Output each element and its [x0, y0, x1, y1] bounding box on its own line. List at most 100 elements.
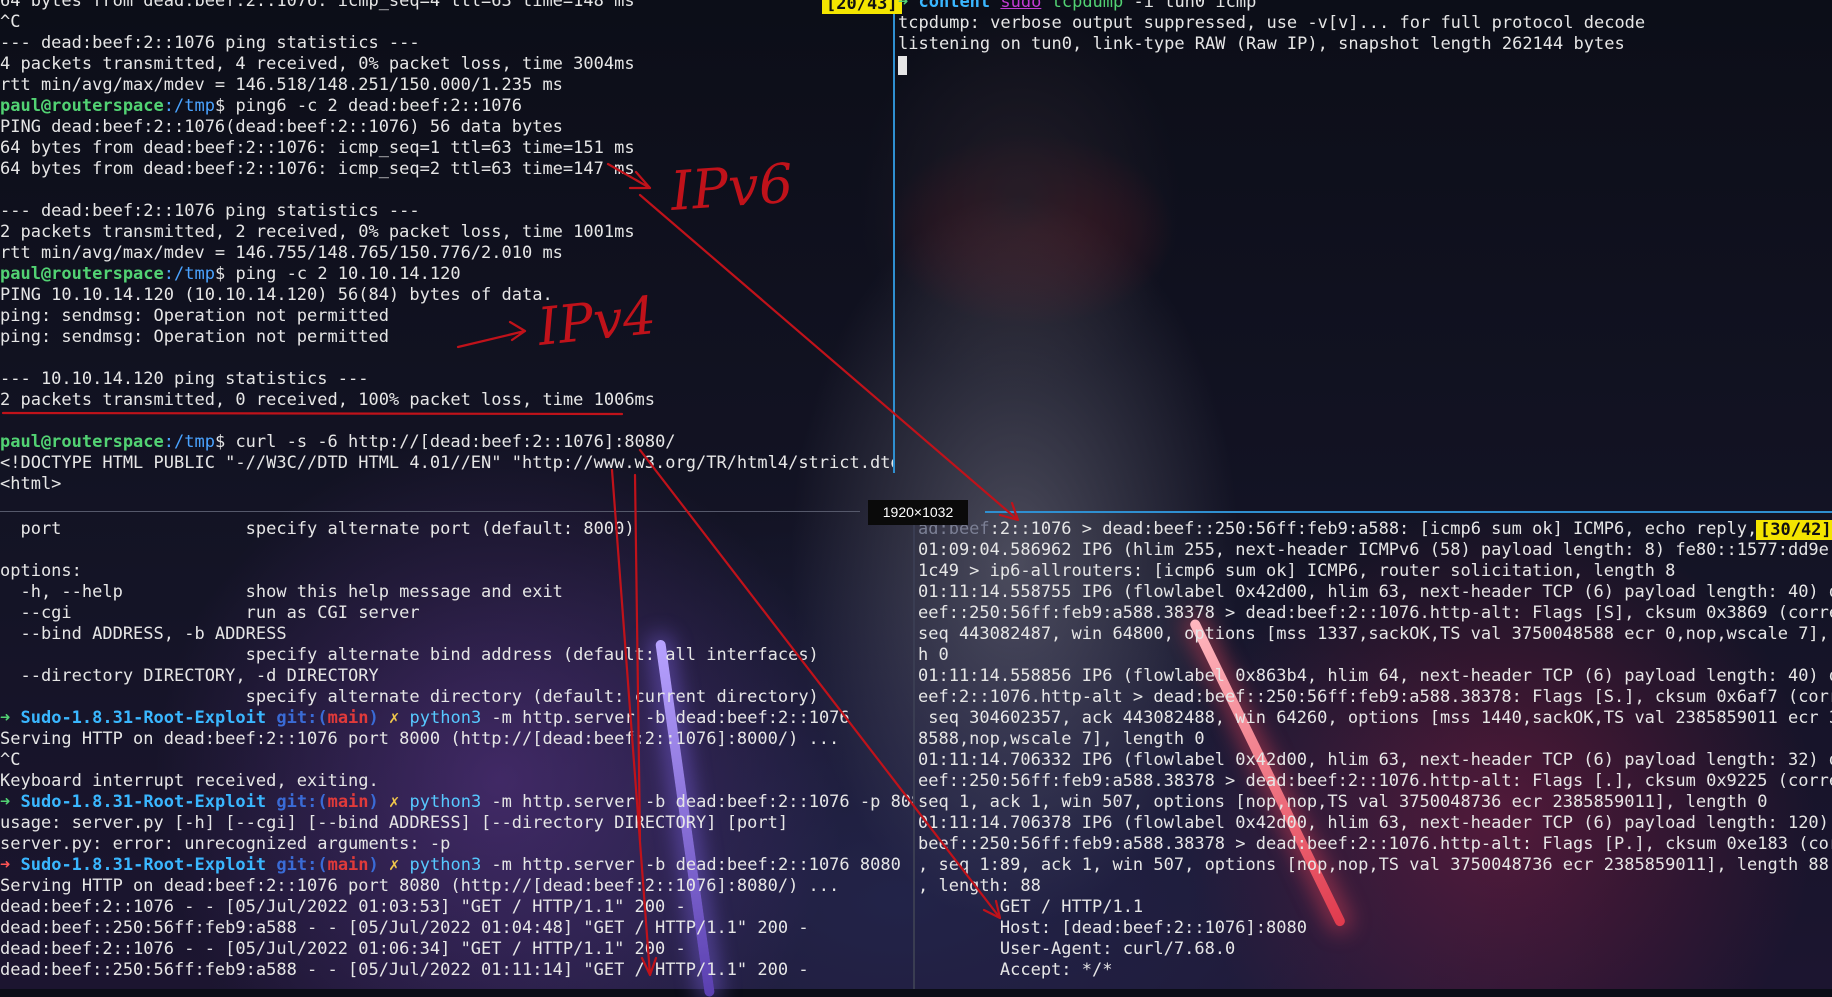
output-line: GET / HTTP/1.1 — [918, 897, 1144, 917]
output-line: eef:2::1076.http-alt > dead:beef::250:56… — [918, 687, 1832, 707]
prompt-line: paul@routerspace:/tmp$ curl -s -6 http:/… — [0, 432, 893, 453]
output-line: User-Agent: curl/7.68.0 — [918, 939, 1236, 959]
output-line: <html> — [0, 474, 62, 494]
prompt-symbol: $ — [214, 264, 236, 284]
command-python: python3 — [409, 708, 482, 728]
output-text: :2::1076 > dead:beef::250:56ff:feb9:a588… — [989, 519, 1819, 539]
command-args: -m http.server -b dead:beef:2::1076 -p 8… — [481, 792, 913, 812]
output-line: listening on tun0, link-type RAW (Raw IP… — [898, 34, 1625, 54]
output-line: Serving HTTP on dead:beef:2::1076 port 8… — [0, 876, 840, 896]
output-line: 64 bytes from dead:beef:2::1076: icmp_se… — [0, 159, 635, 179]
output-line: 2 packets transmitted, 2 received, 0% pa… — [0, 222, 635, 242]
terminal-pane-top-right[interactable]: ➜ content sudo tcpdump -i tun0 icmp tcpd… — [898, 0, 1832, 492]
output-line: specify alternate directory (default: cu… — [0, 687, 819, 707]
command-text: curl -s -6 http://[dead:beef:2::1076]:80… — [235, 432, 676, 452]
output-line: --- dead:beef:2::1076 ping statistics --… — [0, 33, 420, 53]
terminal-pane-bottom-left[interactable]: port specify alternate port (default: 80… — [0, 519, 913, 989]
output-line: options: — [0, 561, 82, 581]
output-line: --- 10.10.14.120 ping statistics --- — [0, 369, 369, 389]
pane-counter-badge: [20/43] — [822, 0, 902, 14]
cursor-line — [898, 55, 1832, 76]
prompt-directory: Sudo-1.8.31-Root-Exploit — [20, 708, 267, 728]
pane-divider-vertical-top[interactable] — [893, 0, 895, 473]
output-line: server.py: error: unrecognized arguments… — [0, 834, 451, 854]
terminal-cursor — [898, 55, 907, 75]
output-line: rtt min/avg/max/mdev = 146.755/148.765/1… — [0, 243, 563, 263]
output-line: rtt min/avg/max/mdev = 146.518/148.251/1… — [0, 75, 563, 95]
command-args: -m http.server -b dead:beef:2::1076 — [481, 708, 850, 728]
output-line: ping: sendmsg: Operation not permitted — [0, 306, 389, 326]
output-line: --cgi run as CGI server — [0, 603, 420, 623]
dirty-mark-icon: ✗ — [389, 792, 400, 812]
prompt-arrow-icon: ➜ — [0, 792, 11, 812]
command-python: python3 — [409, 855, 482, 875]
output-line: 8588,nop,wscale 7], length 0 — [918, 729, 1205, 749]
output-line: eef::250:56ff:feb9:a588.38378 > dead:bee… — [918, 603, 1832, 623]
output-line: beef::250:56ff:feb9:a588.38378 > dead:be… — [918, 834, 1832, 854]
terminal-pane-bottom-right[interactable]: ad:beef:2::1076 > dead:beef::250:56ff:fe… — [918, 519, 1832, 989]
prompt-arrow-icon: ➜ — [898, 0, 909, 12]
prompt-path: :/tmp — [163, 264, 215, 284]
output-line: 01:11:14.706378 IP6 (flowlabel 0x42d00, … — [918, 813, 1832, 833]
output-line: dead:beef:2::1076 - - [05/Jul/2022 01:06… — [0, 939, 686, 959]
output-line: ping: sendmsg: Operation not permitted — [0, 327, 389, 347]
output-line: dead:beef:2::1076 - - [05/Jul/2022 01:03… — [0, 897, 686, 917]
command-sudo: sudo — [1000, 0, 1042, 12]
output-line: 01:11:14.558755 IP6 (flowlabel 0x42d00, … — [918, 582, 1832, 602]
output-line: 64 bytes from dead:beef:2::1076: icmp_se… — [0, 138, 635, 158]
prompt-directory: content — [918, 0, 991, 12]
output-line: PING 10.10.14.120 (10.10.14.120) 56(84) … — [0, 285, 553, 305]
pane-divider-horizontal-right[interactable] — [985, 511, 1832, 513]
output-line: ^C — [0, 12, 21, 32]
prompt-branch: main — [327, 855, 369, 875]
output-line: 01:09:04.586962 IP6 (hlim 255, next-head… — [918, 540, 1832, 560]
output-line: Serving HTTP on dead:beef:2::1076 port 8… — [0, 729, 840, 749]
prompt-line: paul@routerspace:/tmp$ ping -c 2 10.10.1… — [0, 264, 893, 285]
output-line: 01:11:14.706332 IP6 (flowlabel 0x42d00, … — [918, 750, 1832, 770]
prompt-git: git:( — [276, 792, 328, 812]
output-line: port specify alternate port (default: 80… — [0, 519, 635, 539]
prompt-git-close: ) — [368, 708, 379, 728]
prompt-git-close: ) — [368, 792, 379, 812]
output-line: ^C — [0, 750, 21, 770]
prompt-git: git:( — [276, 855, 328, 875]
output-line: h 0 — [918, 645, 949, 665]
pane-divider-horizontal-left[interactable] — [0, 511, 860, 512]
output-line: Keyboard interrupt received, exiting. — [0, 771, 379, 791]
output-line: , length: 88 — [918, 876, 1041, 896]
prompt-line: ➜ Sudo-1.8.31-Root-Exploit git:(main) ✗ … — [0, 792, 913, 813]
output-line: <!DOCTYPE HTML PUBLIC "-//W3C//DTD HTML … — [0, 453, 893, 473]
terminal-pane-top-left[interactable]: 64 bytes from dead:beef:2::1076: icmp_se… — [0, 0, 893, 499]
output-line: eef::250:56ff:feb9:a588.38378 > dead:bee… — [918, 771, 1832, 791]
prompt-line: ➜ content sudo tcpdump -i tun0 icmp — [898, 0, 1832, 13]
prompt-directory: Sudo-1.8.31-Root-Exploit — [20, 855, 267, 875]
output-line: specify alternate bind address (default:… — [0, 645, 819, 665]
output-line: 4 packets transmitted, 4 received, 0% pa… — [0, 54, 635, 74]
prompt-line: ➜ Sudo-1.8.31-Root-Exploit git:(main) ✗ … — [0, 855, 913, 876]
output-line: ad:beef:2::1076 > dead:beef::250:56ff:fe… — [918, 519, 1832, 540]
output-line: --- dead:beef:2::1076 ping statistics --… — [0, 201, 420, 221]
output-line: dead:beef::250:56ff:feb9:a588 - - [05/Ju… — [0, 960, 809, 980]
window-size-tooltip: 1920×1032 — [868, 500, 968, 525]
output-line: --bind ADDRESS, -b ADDRESS — [0, 624, 287, 644]
dirty-mark-icon: ✗ — [389, 708, 400, 728]
command-text: ping6 -c 2 dead:beef:2::1076 — [235, 96, 523, 116]
output-line: -h, --help show this help message and ex… — [0, 582, 563, 602]
pane-divider-vertical-bottom[interactable] — [913, 512, 915, 989]
output-line: 2 packets transmitted, 0 received, 100% … — [0, 390, 656, 410]
prompt-line: ➜ Sudo-1.8.31-Root-Exploit git:(main) ✗ … — [0, 708, 913, 729]
prompt-branch: main — [327, 792, 369, 812]
prompt-path: :/tmp — [163, 432, 215, 452]
prompt-directory: Sudo-1.8.31-Root-Exploit — [20, 792, 267, 812]
pane-counter-badge: [30/42] — [1756, 520, 1832, 540]
output-line: , seq 1:89, ack 1, win 507, options [nop… — [918, 855, 1832, 875]
output-line: Host: [dead:beef:2::1076]:8080 — [918, 918, 1307, 938]
output-line: 64 bytes from dead:beef:2::1076: icmp_se… — [0, 0, 635, 11]
command-tcpdump: tcpdump — [1051, 0, 1124, 12]
prompt-git: git:( — [276, 708, 328, 728]
prompt-arrow-icon: ➜ — [0, 708, 11, 728]
